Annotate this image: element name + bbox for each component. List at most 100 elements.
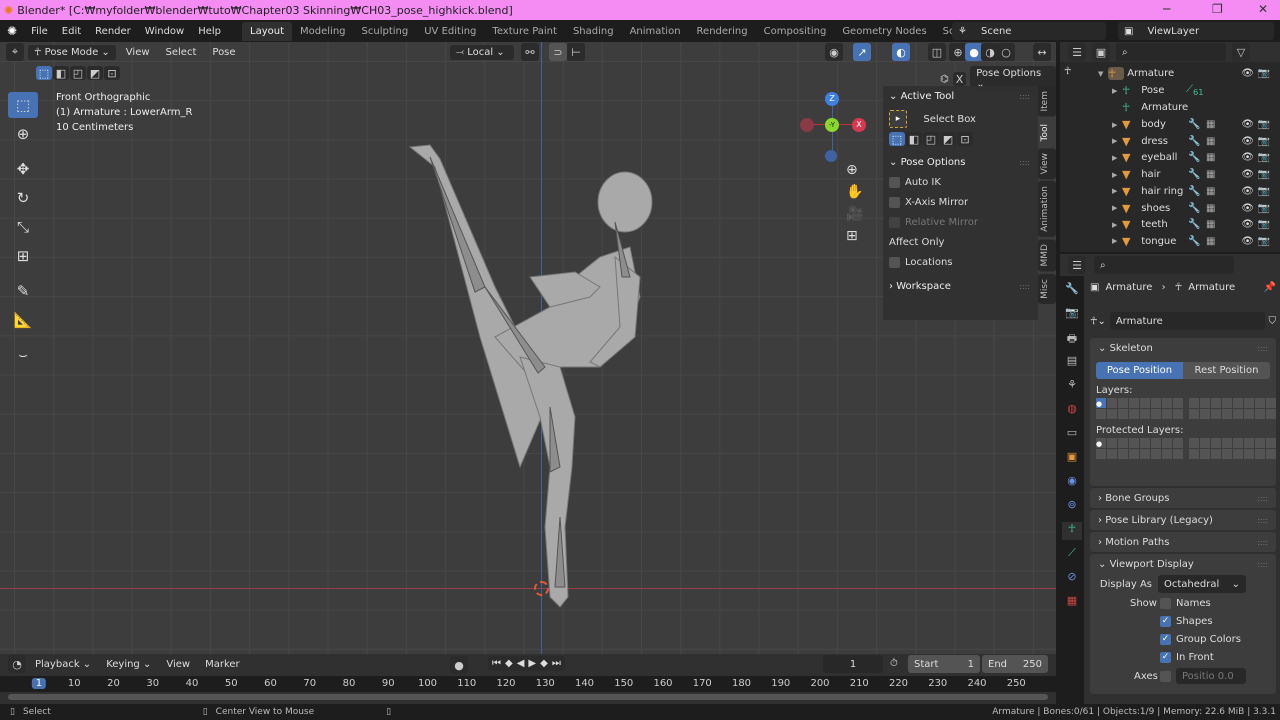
- bone-envelope-tool[interactable]: ⌣: [8, 342, 38, 368]
- axes-checkbox[interactable]: Axes Positio 0.0: [1090, 666, 1276, 686]
- mode-invert-icon[interactable]: ◩: [940, 132, 956, 146]
- view-layer-selector[interactable]: ▣ ViewLayer: [1118, 22, 1274, 40]
- visibility-icon[interactable]: ◉: [825, 43, 843, 61]
- menu-timeline-view[interactable]: View: [160, 657, 196, 672]
- mode-extend-icon[interactable]: ◧: [906, 132, 922, 146]
- minimize-button[interactable]: ─: [1163, 2, 1170, 16]
- tab-texture-paint[interactable]: Texture Paint: [484, 22, 565, 41]
- menu-help[interactable]: Help: [191, 26, 228, 37]
- camera-view-icon[interactable]: 🎥: [846, 206, 863, 222]
- tab-sculpting[interactable]: Sculpting: [354, 22, 417, 41]
- filter-icon[interactable]: ▽: [1232, 43, 1250, 61]
- toggle-sidebar-icon[interactable]: ↔: [1033, 43, 1051, 61]
- navigation-gizmo[interactable]: Z -Y X: [798, 90, 868, 162]
- gizmo-neg-x-axis[interactable]: [800, 118, 814, 132]
- properties-editor-type-icon[interactable]: ☰: [1068, 256, 1086, 274]
- eye-icon[interactable]: 👁: [1241, 136, 1254, 147]
- eye-icon[interactable]: 👁: [1241, 203, 1254, 214]
- tab-shading[interactable]: Shading: [565, 22, 622, 41]
- mode-subtract-icon[interactable]: ◰: [923, 132, 939, 146]
- tab-item[interactable]: Item: [1038, 86, 1056, 117]
- locations-checkbox[interactable]: Locations: [883, 252, 1038, 272]
- display-as-dropdown[interactable]: Octahedral ⌄: [1158, 575, 1246, 593]
- display-mode-icon[interactable]: ☰: [1068, 43, 1086, 61]
- start-frame-field[interactable]: Start 1: [908, 655, 980, 673]
- shapes-checkbox[interactable]: ✓ Shapes: [1090, 612, 1276, 630]
- names-checkbox[interactable]: Show Names: [1090, 594, 1276, 612]
- auto-ik-checkbox[interactable]: Auto IK: [883, 172, 1038, 192]
- rendered-shading-icon[interactable]: ○: [997, 43, 1015, 61]
- move-tool[interactable]: ✥: [8, 156, 38, 182]
- select-box-tool[interactable]: ⬚: [8, 92, 38, 118]
- eye-icon[interactable]: 👁: [1241, 219, 1254, 230]
- pivot-icon[interactable]: ⚯: [521, 43, 539, 61]
- gizmo-z-axis[interactable]: Z: [825, 92, 839, 106]
- select-new-icon[interactable]: ⬚: [36, 66, 52, 80]
- select-subtract-icon[interactable]: ◰: [70, 66, 86, 80]
- next-keyframe-icon[interactable]: ◆: [540, 658, 548, 669]
- camera-icon[interactable]: 📷: [1258, 136, 1270, 147]
- camera-icon[interactable]: 📷: [1258, 68, 1270, 79]
- eye-icon[interactable]: 👁: [1241, 186, 1254, 197]
- outliner-item-teeth[interactable]: ▶ ▼ teeth 🔧 ▦ 👁 📷: [1060, 216, 1280, 233]
- outliner-item-eyeball[interactable]: ▶ ▼ eyeball 🔧 ▦ 👁 📷: [1060, 149, 1280, 166]
- blender-menu-icon[interactable]: ✺: [0, 24, 24, 38]
- gizmo-x-axis[interactable]: X: [852, 118, 866, 132]
- mirror-icon[interactable]: ⌬: [940, 74, 949, 85]
- mode-intersect-icon[interactable]: ⊡: [957, 132, 973, 146]
- tab-uv-editing[interactable]: UV Editing: [416, 22, 484, 41]
- menu-edit[interactable]: Edit: [55, 26, 88, 37]
- menu-marker[interactable]: Marker: [199, 657, 246, 672]
- menu-keying[interactable]: Keying ⌄: [100, 657, 157, 672]
- outliner-item-tongue[interactable]: ▶ ▼ tongue 🔧 ▦ 👁 📷: [1060, 233, 1280, 250]
- properties-search-input[interactable]: ⌕: [1094, 256, 1234, 274]
- outliner-search-input[interactable]: ⌕: [1116, 43, 1226, 61]
- viewport-display-header[interactable]: ⌄ Viewport Display::::: [1090, 554, 1276, 574]
- camera-icon[interactable]: 📷: [1258, 219, 1270, 230]
- armature-browse-icon[interactable]: ☥⌄: [1090, 316, 1106, 327]
- zoom-icon[interactable]: ⊕: [846, 162, 863, 178]
- rest-position-button[interactable]: Rest Position: [1183, 362, 1270, 379]
- scale-tool[interactable]: ⤡: [8, 214, 38, 240]
- orientation-selector[interactable]: ⤙ Local ⌄: [450, 44, 514, 60]
- jump-start-icon[interactable]: ⏮: [492, 658, 501, 669]
- close-button[interactable]: ✕: [1258, 2, 1268, 16]
- armature-name-field[interactable]: Armature: [1109, 312, 1265, 330]
- play-icon[interactable]: ▶: [528, 658, 536, 669]
- pin-icon[interactable]: 📌: [1264, 282, 1276, 293]
- play-reverse-icon[interactable]: ◀: [517, 658, 525, 669]
- xray-icon[interactable]: ◫: [928, 43, 946, 61]
- auto-keying-record-icon[interactable]: ●: [450, 656, 468, 674]
- ortho-grid-icon[interactable]: ⊞: [846, 228, 863, 244]
- jump-end-icon[interactable]: ⏭: [552, 658, 561, 669]
- tab-animation[interactable]: Animation: [622, 22, 689, 41]
- menu-playback[interactable]: Playback ⌄: [29, 657, 97, 672]
- menu-select[interactable]: Select: [160, 45, 203, 60]
- eye-icon[interactable]: 👁: [1241, 68, 1254, 79]
- camera-icon[interactable]: 📷: [1258, 236, 1270, 247]
- tab-tool[interactable]: Tool: [1038, 118, 1056, 146]
- camera-icon[interactable]: 📷: [1258, 169, 1270, 180]
- gizmo-neg-z-axis[interactable]: [825, 150, 837, 162]
- camera-icon[interactable]: 📷: [1258, 186, 1270, 197]
- select-invert-icon[interactable]: ◩: [87, 66, 103, 80]
- armature-character[interactable]: [400, 137, 670, 617]
- measure-tool[interactable]: 📐: [8, 307, 38, 333]
- skeleton-header[interactable]: ⌄ Skeleton::::: [1090, 338, 1276, 358]
- snap-settings-icon[interactable]: ⊢: [567, 43, 585, 61]
- annotate-tool[interactable]: ✎: [8, 278, 38, 304]
- cursor-tool[interactable]: ⊕: [8, 121, 38, 147]
- menu-file[interactable]: File: [24, 26, 55, 37]
- timeline-scrollbar[interactable]: [8, 694, 1048, 700]
- eye-icon[interactable]: 👁: [1241, 236, 1254, 247]
- editor-type-icon[interactable]: ⌖: [6, 43, 24, 61]
- mode-new-icon[interactable]: ⬚: [889, 132, 905, 146]
- menu-pose[interactable]: Pose: [206, 45, 241, 60]
- bone-groups-panel[interactable]: › Bone Groups::::: [1090, 488, 1276, 508]
- tab-mmd[interactable]: MMD: [1038, 239, 1056, 272]
- menu-render[interactable]: Render: [88, 26, 138, 37]
- menu-window[interactable]: Window: [138, 26, 191, 37]
- eye-icon[interactable]: 👁: [1241, 119, 1254, 130]
- pose-library-panel[interactable]: › Pose Library (Legacy)::::: [1090, 510, 1276, 530]
- pan-hand-icon[interactable]: ✋: [846, 184, 863, 200]
